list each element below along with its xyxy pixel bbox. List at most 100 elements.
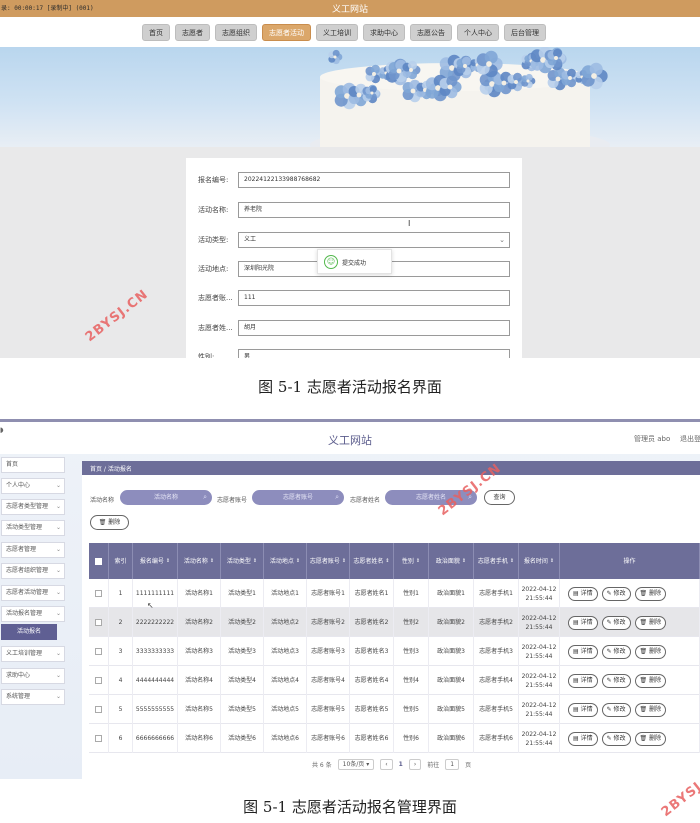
edit-button[interactable]: ✎ 修改 [601, 731, 631, 746]
column-header[interactable]: 活动地点 ⇕ [264, 543, 307, 579]
sort-icon: ⇕ [252, 557, 258, 564]
row-checkbox[interactable] [95, 677, 102, 684]
sidebar-item[interactable]: 志愿者类型管理 ⌄ [1, 499, 65, 515]
detail-button[interactable]: ▤ 详情 [568, 731, 598, 746]
pager-unit: 页 [465, 761, 472, 769]
action-label: 修改 [613, 705, 626, 713]
filter-input[interactable]: 志愿者账号 ⌕ [252, 490, 344, 505]
table-cell: 志愿者姓名3 [350, 637, 394, 666]
delete-row-button[interactable]: 🗑 删除 [634, 644, 667, 659]
table-cell: 政治面貌2 [429, 608, 474, 637]
trash-icon: 🗑 [639, 589, 650, 597]
delete-row-button[interactable]: 🗑 删除 [634, 673, 667, 688]
column-header[interactable]: 活动类型 ⇕ [221, 543, 264, 579]
edit-button[interactable]: ✎ 修改 [601, 586, 631, 601]
nav-item[interactable]: 志愿公告 [410, 24, 452, 41]
column-header[interactable]: 志愿者姓名 ⇕ [350, 543, 394, 579]
table-cell: 志愿者手机5 [474, 695, 519, 724]
form-input[interactable]: 养老院 [238, 202, 510, 218]
sidebar-item[interactable]: 志愿者管理 ⌄ [1, 542, 65, 558]
activity-type-select[interactable]: 义工 ⌄ [238, 232, 510, 248]
delete-row-button[interactable]: 🗑 删除 [634, 586, 667, 601]
sort-icon: ⇕ [549, 557, 555, 564]
nav-item[interactable]: 志愿组织 [215, 24, 257, 41]
row-checkbox[interactable] [95, 648, 102, 655]
edit-button[interactable]: ✎ 修改 [601, 615, 631, 630]
sidebar-item[interactable]: 志愿者组织管理 ⌄ [1, 563, 65, 579]
form-input[interactable]: 胡月 [238, 320, 510, 336]
action-label: 修改 [613, 647, 626, 655]
nav-item[interactable]: 志愿者活动 [262, 24, 311, 41]
sidebar-item-label: 志愿者组织管理 [6, 567, 49, 574]
sidebar-item[interactable]: 求助中心 ⌄ [1, 668, 65, 684]
sidebar-item[interactable]: 首页 [1, 457, 65, 473]
filter-input[interactable]: 活动名称 ⌕ [120, 490, 212, 505]
delete-row-button[interactable]: 🗑 删除 [634, 702, 667, 717]
column-header[interactable]: 志愿者账号 ⇕ [307, 543, 350, 579]
sidebar-item[interactable]: 志愿者活动管理 ⌄ [1, 585, 65, 601]
column-header[interactable]: 性别 ⇕ [394, 543, 429, 579]
nav-item[interactable]: 义工培训 [316, 24, 358, 41]
filter-placeholder: 活动名称 [153, 494, 178, 501]
sidebar-item[interactable]: 活动类型管理 ⌄ [1, 520, 65, 536]
form-input[interactable]: 男 [238, 349, 510, 358]
nav-item[interactable]: 求助中心 [363, 24, 405, 41]
delete-button-label: 删除 [108, 519, 121, 526]
nav-item[interactable]: 后台管理 [504, 24, 546, 41]
detail-button[interactable]: ▤ 详情 [568, 702, 598, 717]
row-select-cell [89, 579, 109, 608]
row-checkbox[interactable] [95, 735, 102, 742]
form-input-value: 20224122133988768682 [244, 176, 321, 183]
delete-row-button[interactable]: 🗑 删除 [634, 731, 667, 746]
table-cell: 6666666666 [133, 724, 178, 753]
select-all-checkbox[interactable] [95, 557, 102, 565]
pager-next[interactable]: › [408, 758, 422, 770]
logout-link[interactable]: 退出登 [680, 434, 700, 444]
pager-prev[interactable]: ‹ [380, 758, 393, 770]
edit-button[interactable]: ✎ 修改 [601, 644, 631, 659]
sidebar-item[interactable]: 活动报名管理 ⌄ [1, 606, 65, 622]
sidebar-item[interactable]: 系统管理 ⌄ [1, 689, 65, 705]
form-input[interactable]: 111 [238, 290, 510, 306]
detail-button[interactable]: ▤ 详情 [568, 615, 598, 630]
sidebar-item[interactable]: 义工培训管理 ⌄ [1, 646, 65, 662]
detail-button[interactable]: ▤ 详情 [568, 586, 598, 601]
sidebar-subitem[interactable]: 活动报名 [1, 624, 57, 640]
edit-button[interactable]: ✎ 修改 [601, 702, 631, 717]
action-label: 详情 [580, 618, 593, 626]
pager-goto-input[interactable]: 1 [445, 758, 460, 770]
search-button[interactable]: 查询 [484, 490, 515, 505]
table-cell: 2022-04-12 21:55:44 [519, 579, 560, 608]
row-checkbox[interactable] [95, 590, 102, 597]
table-cell: 4 [109, 666, 133, 695]
pager-total: 共 6 条 [312, 761, 332, 769]
detail-button[interactable]: ▤ 详情 [568, 673, 598, 688]
table-cell: 政治面貌5 [429, 695, 474, 724]
sidebar-item[interactable]: 个人中心 ⌄ [1, 478, 65, 494]
column-header[interactable]: 政治面貌 ⇕ [429, 543, 474, 579]
table-cell: 活动名称6 [178, 724, 221, 753]
nav-item[interactable]: 首页 [142, 24, 170, 41]
nav-item[interactable]: 个人中心 [457, 24, 499, 41]
form-row: 志愿者姓... 胡月 [186, 320, 522, 336]
column-header[interactable]: 报名时间 ⇕ [519, 543, 560, 579]
sidebar-item-label: 义工培训管理 [6, 650, 43, 657]
form-input-value: 男 [244, 353, 251, 358]
row-checkbox[interactable] [95, 619, 102, 626]
filter-label: 志愿者姓名 [350, 497, 381, 504]
delete-button[interactable]: 🗑 删除 [90, 515, 129, 530]
column-header: 操作 [560, 543, 700, 579]
column-header[interactable]: 志愿者手机 ⇕ [474, 543, 519, 579]
column-header[interactable]: 报名编号 ⇕ [133, 543, 178, 579]
detail-button[interactable]: ▤ 详情 [568, 644, 598, 659]
page-size-select[interactable]: 10条/页 ▾ [337, 758, 375, 770]
delete-row-button[interactable]: 🗑 删除 [634, 615, 667, 630]
edit-button[interactable]: ✎ 修改 [601, 673, 631, 688]
top-navbar: 首页 志愿者 志愿组织 志愿者活动 义工培训 求助中心 志愿公告 个人中心 后台管理 [0, 17, 700, 47]
filter-label: 活动名称 [90, 497, 115, 504]
form-input[interactable]: 20224122133988768682 [238, 172, 510, 188]
column-header[interactable]: 活动名称 ⇕ [178, 543, 221, 579]
pager-current[interactable]: 1 [399, 761, 403, 768]
nav-item[interactable]: 志愿者 [175, 24, 210, 41]
row-checkbox[interactable] [95, 706, 102, 713]
